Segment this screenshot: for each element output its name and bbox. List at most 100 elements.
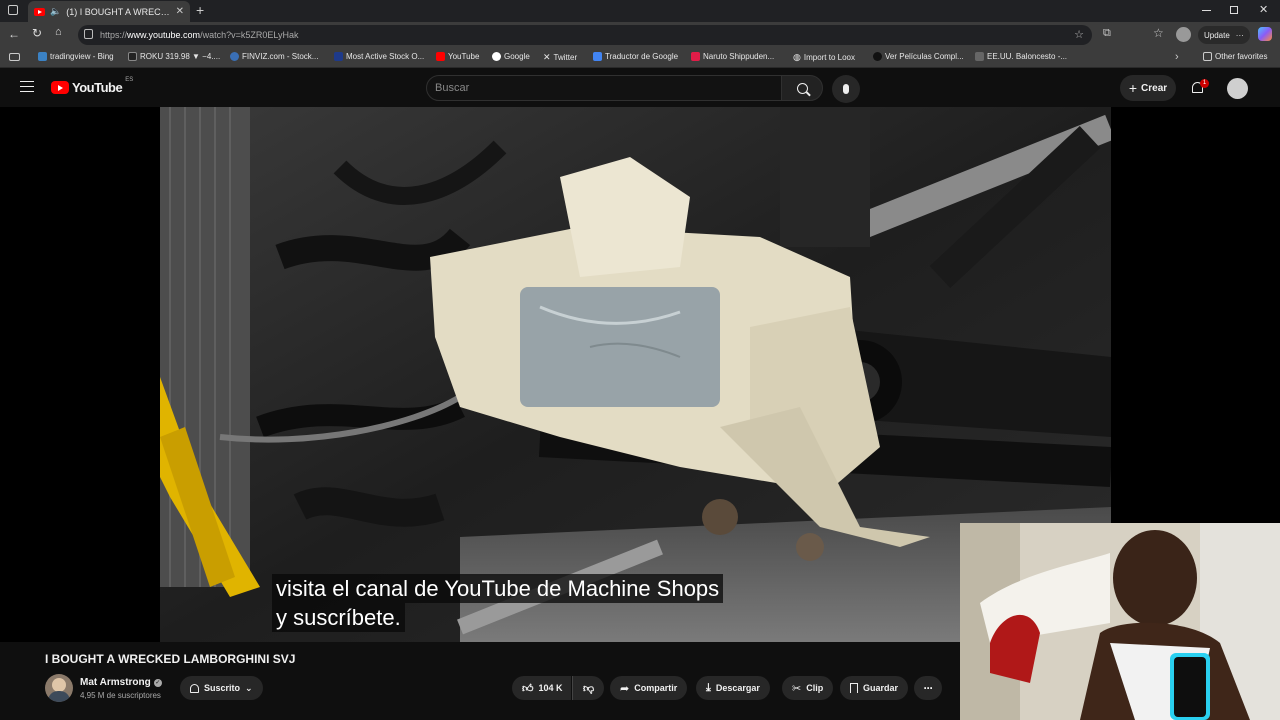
sidebar-toggle-icon[interactable] (9, 53, 20, 61)
youtube-favicon-icon (34, 7, 45, 16)
download-icon: ⤓ (706, 681, 711, 694)
channel-avatar[interactable] (45, 674, 73, 702)
bookmark-item[interactable]: ROKU 319.98 ▼ −4.... (128, 52, 220, 61)
region-code: ES (125, 76, 134, 83)
bing-icon (38, 52, 47, 61)
bookmark-item[interactable]: EE.UU. Baloncesto -... (975, 52, 1067, 61)
account-avatar[interactable] (1227, 78, 1248, 99)
search-input[interactable]: Buscar (426, 75, 782, 101)
browser-tab-active[interactable]: 🔈 (1) I BOUGHT A WRECKED L... ✕ (28, 1, 190, 22)
browser-toolbar: ← ↻ ⌂ https://www.youtube.com/watch?v=k5… (0, 22, 1280, 48)
stock-icon (334, 52, 343, 61)
bookmark-item[interactable]: YouTube (436, 52, 479, 61)
search-button[interactable] (781, 75, 823, 101)
thumbs-down-icon: 👎︎ (583, 682, 595, 695)
verified-icon: ✓ (153, 678, 162, 687)
clip-label: Clip (806, 683, 824, 693)
save-label: Guardar (863, 683, 899, 693)
bookmark-item[interactable]: Ver Películas Compl... (873, 52, 964, 61)
clip-button[interactable]: ✂ Clip (782, 676, 834, 700)
video-caption: visita el canal de YouTube de Machine Sh… (272, 574, 724, 632)
more-menu-icon: ··· (1235, 30, 1244, 40)
share-button[interactable]: ➦ Compartir (610, 676, 688, 700)
notification-badge: 1 (1200, 79, 1209, 88)
youtube-logo-text: YouTube (72, 80, 123, 95)
webcam-image (960, 523, 1280, 720)
subscribed-button[interactable]: Suscrito ⌄ (180, 676, 263, 700)
update-label: Update (1204, 30, 1230, 40)
extensions-icon[interactable]: ⧉ (1103, 27, 1111, 40)
more-actions-button[interactable]: ··· (914, 676, 942, 700)
update-button[interactable]: Update ··· (1198, 26, 1250, 44)
chevron-right-icon[interactable]: › (1175, 51, 1179, 63)
create-button[interactable]: + Crear (1120, 75, 1176, 101)
download-button[interactable]: ⤓ Descargar (696, 676, 770, 700)
minimize-icon[interactable] (1202, 10, 1211, 11)
other-favorites[interactable]: Other favorites (1203, 52, 1267, 61)
share-icon: ➦ (620, 682, 630, 695)
save-button[interactable]: Guardar (840, 676, 909, 700)
dislike-button[interactable]: 👎︎ (572, 676, 605, 700)
favorites-icon[interactable]: ☆ (1153, 26, 1164, 40)
url-prefix: https:// (100, 30, 128, 40)
caption-line-2: y suscríbete. (272, 603, 405, 632)
caption-line-1: visita el canal de YouTube de Machine Sh… (272, 574, 724, 603)
scissors-icon: ✂ (792, 682, 802, 695)
bookmark-item[interactable]: tradingview - Bing (38, 52, 114, 61)
bookmark-item[interactable]: ◍ Import to Loox (793, 52, 855, 63)
youtube-icon (436, 52, 445, 61)
close-tab-icon[interactable]: ✕ (176, 6, 184, 17)
youtube-logo[interactable]: YouTube ES (51, 76, 134, 95)
favorite-star-icon[interactable]: ☆ (1074, 28, 1084, 41)
globe-icon: ◍ (793, 52, 801, 62)
share-label: Compartir (634, 683, 678, 693)
search-placeholder: Buscar (435, 82, 470, 94)
home-icon[interactable]: ⌂ (55, 26, 62, 38)
site-icon (691, 52, 700, 61)
close-window-icon[interactable]: ✕ (1259, 3, 1268, 16)
microphone-icon (843, 84, 849, 94)
channel-name[interactable]: Mat Armstrong ✓ (80, 677, 162, 688)
plus-icon: + (1128, 80, 1138, 96)
bell-icon (190, 683, 199, 693)
url-field[interactable]: https://www.youtube.com/watch?v=k5ZR0ELy… (78, 25, 1092, 45)
translate-icon (593, 52, 602, 61)
youtube-play-icon (51, 81, 69, 94)
finviz-icon (230, 52, 239, 61)
speaker-icon[interactable]: 🔈 (50, 6, 61, 17)
bookmarks-bar: tradingview - Bing ROKU 319.98 ▼ −4.... … (0, 48, 1280, 68)
bookmark-item[interactable]: Google (492, 52, 530, 61)
bookmark-item[interactable]: Naruto Shippuden... (691, 52, 774, 61)
shield-icon (873, 52, 882, 61)
subscribed-label: Suscrito (204, 683, 241, 693)
hamburger-menu-icon[interactable] (20, 81, 34, 92)
notifications-button[interactable]: 1 (1190, 79, 1209, 97)
folder-icon (1203, 52, 1212, 61)
tab-title: (1) I BOUGHT A WRECKED L... (66, 6, 170, 17)
more-icon: ··· (923, 681, 934, 695)
bookmark-item[interactable]: ✕ Twitter (543, 52, 577, 63)
profile-avatar[interactable] (1176, 27, 1191, 42)
webcam-overlay (960, 523, 1280, 720)
bookmark-icon (850, 683, 858, 693)
create-label: Crear (1141, 82, 1168, 94)
tradingview-icon (128, 52, 137, 61)
restore-icon[interactable] (1230, 6, 1238, 14)
copilot-icon[interactable] (1258, 27, 1272, 41)
bookmark-item[interactable]: FINVIZ.com - Stock... (230, 52, 318, 61)
site-info-icon[interactable] (84, 29, 93, 39)
bookmark-item[interactable]: Traductor de Google (593, 52, 678, 61)
bookmark-item[interactable]: Most Active Stock O... (334, 52, 424, 61)
back-icon[interactable]: ← (8, 27, 20, 41)
like-button[interactable]: 👍︎ 104 K (512, 676, 571, 700)
like-count: 104 K (538, 683, 563, 693)
download-label: Descargar (715, 683, 760, 693)
url-host: www.youtube.com (127, 30, 201, 40)
thumbs-up-icon: 👍︎ (522, 682, 534, 695)
new-tab-icon[interactable]: + (196, 3, 204, 17)
window-menu-icon[interactable] (8, 5, 18, 15)
voice-search-button[interactable] (832, 75, 860, 103)
refresh-icon[interactable]: ↻ (32, 26, 42, 40)
subscriber-count: 4,95 M de suscriptores (80, 691, 161, 700)
video-title: I BOUGHT A WRECKED LAMBORGHINI SVJ (45, 652, 296, 666)
